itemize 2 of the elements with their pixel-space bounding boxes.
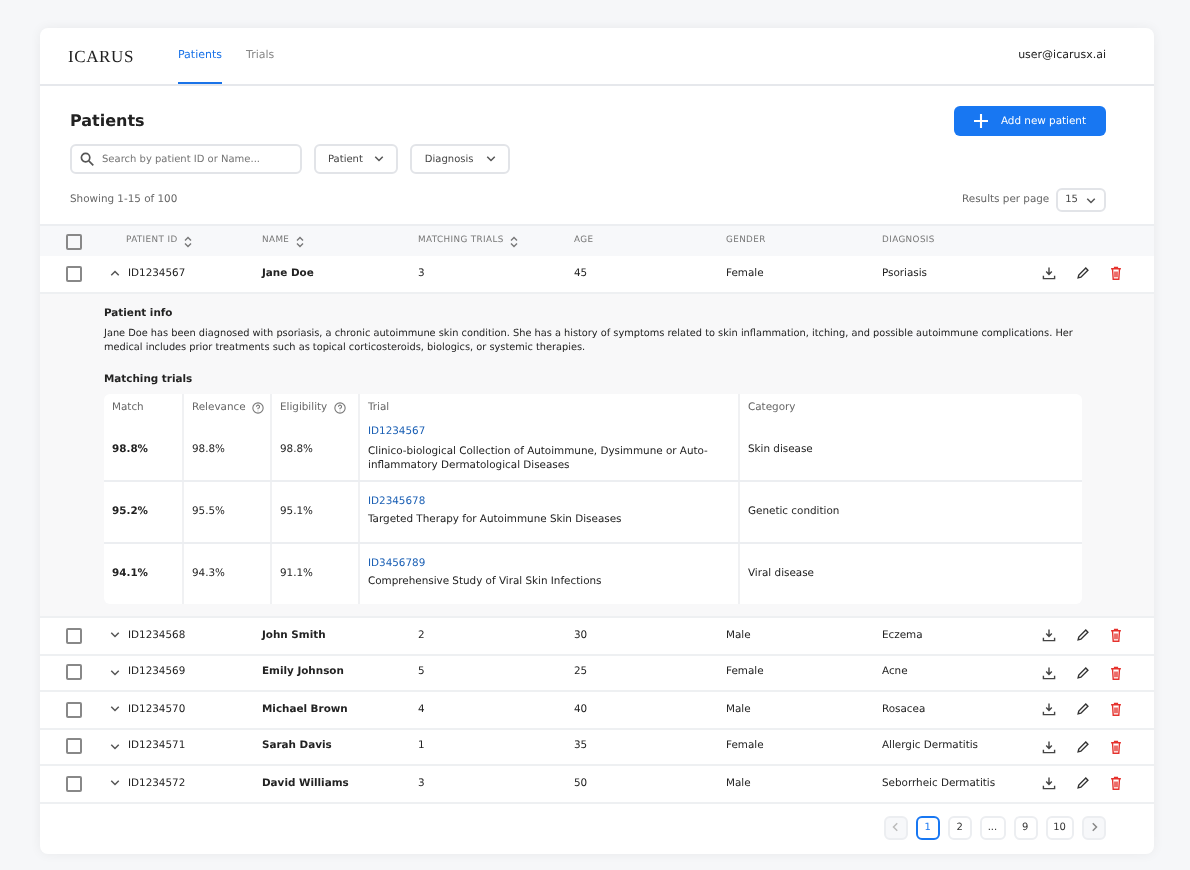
page-title: Patients — [70, 112, 145, 130]
logo: ICARUS — [68, 46, 134, 66]
